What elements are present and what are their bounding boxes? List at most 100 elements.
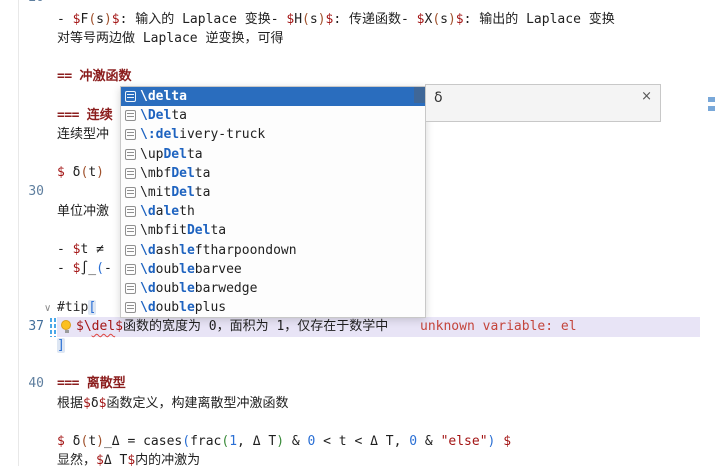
line-number: 37	[0, 317, 44, 336]
suggestion-item[interactable]: \delta	[121, 87, 425, 106]
code-token: 连续	[79, 108, 113, 123]
code-line[interactable]: 对等号两边做 Laplace 逆变换，可得	[0, 29, 720, 49]
fold-chevron-icon[interactable]: ∨	[44, 299, 51, 318]
code-token: 对等号两边做 Laplace 逆变换，可得	[57, 31, 283, 46]
code-token: del	[92, 319, 115, 334]
suggestion-label: \doublebarwedge	[140, 279, 257, 298]
suggestion-label-part: \mbfit	[140, 223, 187, 238]
suggestion-label-part: barvee	[195, 262, 242, 277]
code-token: (	[432, 12, 440, 27]
suggestion-label-part: \mbf	[140, 166, 171, 181]
code-token: ∫_	[80, 261, 96, 276]
code-line-text: ]	[57, 336, 65, 355]
code-line-text: #tip[	[57, 298, 96, 317]
code-token: $	[112, 12, 120, 27]
suggestion-item[interactable]: \daleth	[121, 202, 425, 221]
line-number: 30	[0, 182, 44, 201]
snippet-icon	[125, 187, 136, 198]
code-token: )	[276, 434, 284, 449]
code-token: &	[284, 434, 307, 449]
code-line[interactable]	[0, 48, 720, 68]
suggestion-label-part: barwedge	[195, 281, 258, 296]
code-line[interactable]: 显然，$Δ T$内的冲激为	[0, 451, 720, 466]
code-editor: 20- $F(s)$: 输入的 Laplace 变换- $H(s)$: 传递函数…	[0, 0, 720, 466]
docs-symbol-text: δ	[434, 90, 443, 106]
code-token: Δ T	[104, 453, 127, 466]
suggestion-label-part: le	[179, 300, 195, 315]
suggestion-label-part: \mit	[140, 185, 171, 200]
code-line[interactable]: - $F(s)$: 输入的 Laplace 变换- $H(s)$: 传递函数- …	[0, 10, 720, 30]
snippet-icon	[125, 110, 136, 121]
code-token: )	[96, 434, 104, 449]
code-token: : 传递函数-	[333, 12, 416, 27]
suggestion-item[interactable]: \:delivery-truck	[121, 125, 425, 144]
suggestion-label: \Delta	[140, 106, 187, 125]
suggestion-label-part: ta	[195, 166, 211, 181]
suggestion-label-part: le	[179, 281, 195, 296]
inline-error-message: unknown variable: el	[420, 317, 577, 336]
suggestion-label: \daleth	[140, 202, 195, 221]
code-line-text: 根据$δ$函数定义，构建离散型冲激函数	[57, 394, 289, 413]
code-token: ===	[57, 108, 79, 123]
code-token: δ	[65, 434, 81, 449]
code-token: : 输入的 Laplace 变换-	[120, 12, 287, 27]
code-token: [	[88, 300, 96, 315]
code-line[interactable]	[0, 355, 720, 375]
code-line[interactable]: 根据$δ$函数定义，构建离散型冲激函数	[0, 394, 720, 414]
code-line[interactable]: 37$\del$函数的宽度为 0，面积为 1，仅存在于数学中unknown va…	[0, 317, 720, 337]
code-line[interactable]: 40=== 离散型	[0, 374, 720, 394]
code-token: 单位冲激	[57, 204, 109, 219]
code-line-text: 显然，$Δ T$内的冲激为	[57, 451, 200, 466]
code-line[interactable]	[0, 413, 720, 433]
code-token: ===	[57, 376, 79, 391]
code-line[interactable]: $ δ(t)_Δ = cases(frac(1, Δ T) & 0 < t < …	[0, 432, 720, 452]
code-token: $	[115, 319, 123, 334]
code-token: _Δ = cases	[104, 434, 182, 449]
completion-docs-popup: δ ×	[425, 84, 661, 122]
code-token: ==	[57, 69, 72, 84]
code-line-text: $ δ(t)_Δ = cases(frac(1, Δ T) & 0 < t < …	[57, 432, 511, 451]
code-token: &	[417, 434, 440, 449]
suggestion-label: \mbfDelta	[140, 164, 210, 183]
close-icon[interactable]: ×	[641, 89, 652, 104]
suggestion-label-part: oub	[156, 281, 179, 296]
suggestion-label-part: le	[179, 262, 195, 277]
code-token: 函数定义，构建离散型冲激函数	[107, 396, 289, 411]
code-token: )	[104, 12, 112, 27]
suggestion-item[interactable]: \mbfDelta	[121, 164, 425, 183]
lightbulb-icon[interactable]	[61, 320, 71, 330]
suggestion-item[interactable]: \upDelta	[121, 145, 425, 164]
suggestion-label-part: le	[163, 204, 179, 219]
code-token: $	[57, 434, 65, 449]
suggestion-item[interactable]: \mbfitDelta	[121, 221, 425, 240]
code-token: "else"	[441, 434, 488, 449]
code-token: $	[127, 453, 135, 466]
suggestion-label-part: \d	[140, 300, 156, 315]
code-token: t	[88, 434, 96, 449]
code-token: s	[310, 12, 318, 27]
code-token: 内的冲激为	[135, 453, 200, 466]
code-line-text: - $t ≠	[57, 240, 104, 259]
suggestion-item[interactable]: \mitDelta	[121, 183, 425, 202]
suggestion-label: \dashleftharpoondown	[140, 241, 297, 260]
code-line-text: 对等号两边做 Laplace 逆变换，可得	[57, 29, 283, 48]
suggestion-label-part: ash	[156, 243, 179, 258]
suggest-scrollbar-thumb[interactable]	[414, 87, 425, 103]
code-token: )	[448, 12, 456, 27]
suggestion-item[interactable]: \doubleplus	[121, 298, 425, 317]
suggestion-label: \delta	[140, 87, 187, 106]
suggestion-item[interactable]: \dashleftharpoondown	[121, 241, 425, 260]
code-line[interactable]: ]	[0, 336, 720, 356]
code-token: )	[318, 12, 326, 27]
modified-line-indicator	[50, 317, 56, 337]
suggestion-label-part: \Del	[140, 108, 171, 123]
suggestion-item[interactable]: \Delta	[121, 106, 425, 125]
overview-ruler-mark	[708, 97, 715, 102]
suggestion-item[interactable]: \doublebarvee	[121, 260, 425, 279]
suggestion-item[interactable]: \doublebarwedge	[121, 279, 425, 298]
suggestion-label-part: Del	[163, 147, 186, 162]
suggestion-label-part: ftharpoondown	[195, 243, 297, 258]
suggestion-label: \doublebarvee	[140, 260, 242, 279]
snippet-icon	[125, 225, 136, 236]
suggestion-label-part: \up	[140, 147, 163, 162]
